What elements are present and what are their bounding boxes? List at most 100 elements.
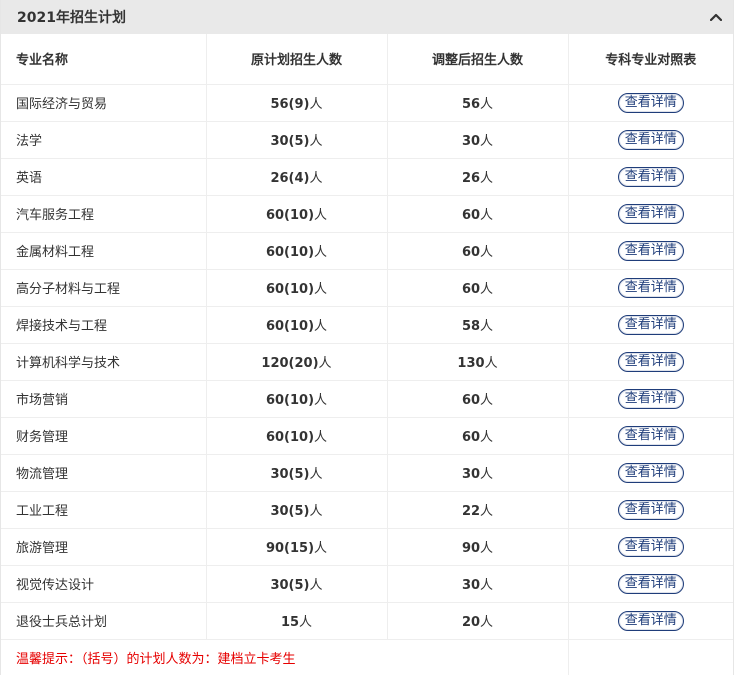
adjusted-unit: 人 bbox=[484, 356, 498, 371]
adjusted-number: 30 bbox=[461, 467, 481, 482]
original-number: 60(10) bbox=[265, 319, 315, 334]
adjusted-count: 58人 bbox=[386, 306, 568, 344]
major-name: 高分子材料与工程 bbox=[1, 269, 206, 307]
view-details-button[interactable]: 查看详情 bbox=[617, 388, 684, 409]
adjusted-unit: 人 bbox=[480, 208, 494, 223]
column-header-adjusted: 调整后招生人数 bbox=[386, 34, 568, 85]
original-unit: 人 bbox=[309, 134, 323, 149]
major-name: 工业工程 bbox=[1, 491, 206, 529]
major-name: 财务管理 bbox=[1, 417, 206, 455]
column-header-original: 原计划招生人数 bbox=[205, 34, 387, 85]
original-count: 15人 bbox=[205, 602, 387, 640]
view-details-button[interactable]: 查看详情 bbox=[617, 277, 684, 298]
adjusted-count: 30人 bbox=[386, 121, 568, 159]
view-details-button[interactable]: 查看详情 bbox=[617, 351, 684, 372]
reference-cell: 查看详情 bbox=[567, 121, 733, 159]
view-details-button[interactable]: 查看详情 bbox=[617, 425, 684, 446]
original-unit: 人 bbox=[318, 356, 332, 371]
adjusted-unit: 人 bbox=[480, 504, 494, 519]
view-details-button[interactable]: 查看详情 bbox=[617, 499, 684, 520]
view-details-button[interactable]: 查看详情 bbox=[617, 129, 684, 150]
original-count: 90(15)人 bbox=[205, 528, 387, 566]
original-count: 30(5)人 bbox=[205, 565, 387, 603]
adjusted-number: 22 bbox=[461, 504, 481, 519]
adjusted-unit: 人 bbox=[480, 430, 494, 445]
column-header-major: 专业名称 bbox=[1, 34, 206, 85]
view-details-button[interactable]: 查看详情 bbox=[617, 462, 684, 483]
adjusted-number: 30 bbox=[461, 578, 481, 593]
table-row: 物流管理 30(5)人 30人 查看详情 bbox=[1, 454, 733, 492]
reference-cell: 查看详情 bbox=[567, 232, 733, 270]
major-name: 视觉传达设计 bbox=[1, 565, 206, 603]
enrollment-table: 专业名称 原计划招生人数 调整后招生人数 专科专业对照表 国际经济与贸易 56(9… bbox=[1, 34, 733, 675]
view-details-button[interactable]: 查看详情 bbox=[617, 314, 684, 335]
view-details-button[interactable]: 查看详情 bbox=[617, 240, 684, 261]
adjusted-number: 58 bbox=[461, 319, 481, 334]
adjusted-count: 130人 bbox=[386, 343, 568, 381]
major-name: 国际经济与贸易 bbox=[1, 84, 206, 122]
adjusted-number: 26 bbox=[461, 171, 481, 186]
panel-title: 2021年招生计划 bbox=[17, 10, 126, 26]
original-number: 60(10) bbox=[265, 393, 315, 408]
adjusted-count: 56人 bbox=[386, 84, 568, 122]
adjusted-count: 22人 bbox=[386, 491, 568, 529]
table-row: 财务管理 60(10)人 60人 查看详情 bbox=[1, 417, 733, 455]
major-name: 汽车服务工程 bbox=[1, 195, 206, 233]
original-number: 15 bbox=[280, 615, 300, 630]
view-details-button[interactable]: 查看详情 bbox=[617, 573, 684, 594]
enrollment-plan-panel: 2021年招生计划 专业名称 原计划招生人数 调整后招生人数 专科专业对照表 国… bbox=[0, 0, 734, 675]
reference-cell: 查看详情 bbox=[567, 269, 733, 307]
adjusted-count: 30人 bbox=[386, 454, 568, 492]
view-details-button[interactable]: 查看详情 bbox=[617, 610, 684, 631]
original-count: 60(10)人 bbox=[205, 195, 387, 233]
original-unit: 人 bbox=[314, 282, 328, 297]
original-count: 60(10)人 bbox=[205, 269, 387, 307]
adjusted-unit: 人 bbox=[480, 245, 494, 260]
adjusted-count: 60人 bbox=[386, 380, 568, 418]
reference-cell: 查看详情 bbox=[567, 84, 733, 122]
original-unit: 人 bbox=[314, 393, 328, 408]
original-unit: 人 bbox=[314, 208, 328, 223]
original-count: 60(10)人 bbox=[205, 417, 387, 455]
original-number: 60(10) bbox=[265, 208, 315, 223]
major-name: 物流管理 bbox=[1, 454, 206, 492]
major-name: 退役士兵总计划 bbox=[1, 602, 206, 640]
adjusted-unit: 人 bbox=[480, 171, 494, 186]
adjusted-unit: 人 bbox=[480, 282, 494, 297]
panel-header[interactable]: 2021年招生计划 bbox=[1, 0, 733, 34]
reference-cell: 查看详情 bbox=[567, 454, 733, 492]
notice-empty-cell bbox=[567, 639, 733, 675]
table-row: 计算机科学与技术 120(20)人 130人 查看详情 bbox=[1, 343, 733, 381]
adjusted-count: 60人 bbox=[386, 195, 568, 233]
view-details-button[interactable]: 查看详情 bbox=[617, 166, 684, 187]
adjusted-unit: 人 bbox=[480, 541, 494, 556]
major-name: 计算机科学与技术 bbox=[1, 343, 206, 381]
adjusted-unit: 人 bbox=[480, 319, 494, 334]
original-count: 30(5)人 bbox=[205, 454, 387, 492]
table-row: 高分子材料与工程 60(10)人 60人 查看详情 bbox=[1, 269, 733, 307]
adjusted-number: 20 bbox=[461, 615, 481, 630]
chevron-up-icon[interactable] bbox=[707, 8, 725, 26]
original-count: 60(10)人 bbox=[205, 380, 387, 418]
view-details-button[interactable]: 查看详情 bbox=[617, 536, 684, 557]
original-number: 30(5) bbox=[270, 578, 310, 593]
notice-text: 温馨提示：（括号）的计划人数为：建档立卡考生 bbox=[1, 639, 568, 675]
table-row: 法学 30(5)人 30人 查看详情 bbox=[1, 121, 733, 159]
table-row: 汽车服务工程 60(10)人 60人 查看详情 bbox=[1, 195, 733, 233]
original-unit: 人 bbox=[309, 504, 323, 519]
table-row: 工业工程 30(5)人 22人 查看详情 bbox=[1, 491, 733, 529]
adjusted-count: 90人 bbox=[386, 528, 568, 566]
view-details-button[interactable]: 查看详情 bbox=[617, 92, 684, 113]
table-row: 英语 26(4)人 26人 查看详情 bbox=[1, 158, 733, 196]
original-number: 30(5) bbox=[270, 504, 310, 519]
view-details-button[interactable]: 查看详情 bbox=[617, 203, 684, 224]
adjusted-count: 30人 bbox=[386, 565, 568, 603]
table-row: 退役士兵总计划 15人 20人 查看详情 bbox=[1, 602, 733, 640]
original-count: 56(9)人 bbox=[205, 84, 387, 122]
column-header-reference: 专科专业对照表 bbox=[567, 34, 733, 85]
major-name: 市场营销 bbox=[1, 380, 206, 418]
table-row: 国际经济与贸易 56(9)人 56人 查看详情 bbox=[1, 84, 733, 122]
adjusted-count: 60人 bbox=[386, 269, 568, 307]
reference-cell: 查看详情 bbox=[567, 158, 733, 196]
original-number: 60(10) bbox=[265, 430, 315, 445]
